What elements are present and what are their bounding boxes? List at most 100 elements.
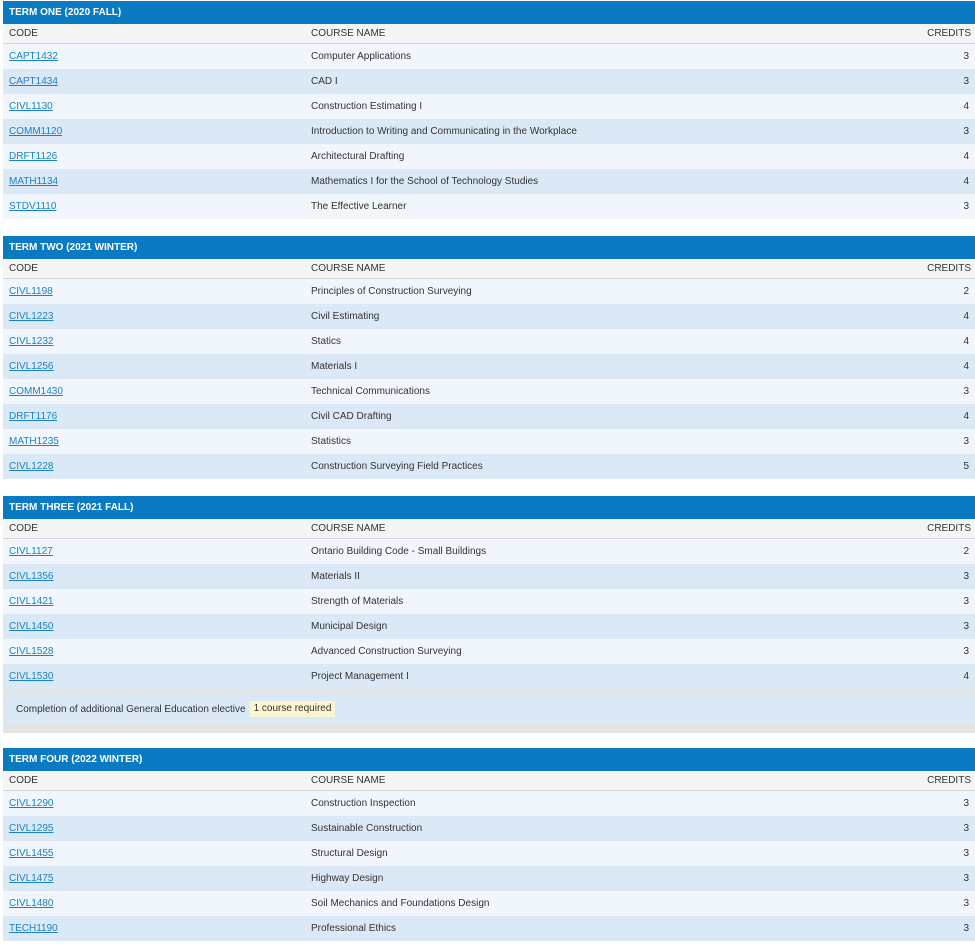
- course-code-cell: CIVL1295: [3, 816, 311, 841]
- course-code-link[interactable]: CIVL1130: [9, 101, 53, 112]
- course-name: Construction Estimating I: [311, 101, 423, 112]
- course-row: CIVL1295 Sustainable Construction 3: [3, 816, 975, 841]
- course-code-link[interactable]: CIVL1198: [9, 286, 53, 297]
- column-header-credits: CREDITS: [927, 775, 971, 786]
- column-header-course-name: COURSE NAME: [311, 28, 386, 39]
- course-code-link[interactable]: COMM1430: [9, 386, 63, 397]
- course-code-link[interactable]: CAPT1432: [9, 51, 58, 62]
- course-row: MATH1235 Statistics 3: [3, 429, 975, 454]
- elective-text: Completion of additional General Educati…: [16, 703, 246, 715]
- course-name: Materials I: [311, 361, 358, 372]
- column-header-row: CODE COURSE NAME CREDITS: [3, 771, 975, 791]
- course-row: CIVL1356 Materials II 3: [3, 564, 975, 589]
- course-row: CIVL1450 Municipal Design 3: [3, 614, 975, 639]
- course-row: CIVL1530 Project Management I 4: [3, 664, 975, 689]
- course-credits: 5: [963, 461, 969, 472]
- course-name: Civil CAD Drafting: [311, 411, 392, 422]
- course-code-link[interactable]: CAPT1434: [9, 76, 58, 87]
- course-code-link[interactable]: TECH1190: [9, 923, 58, 934]
- course-row: STDV1110 The Effective Learner 3: [3, 194, 975, 219]
- course-credits: 3: [963, 798, 969, 809]
- column-header-row: CODE COURSE NAME CREDITS: [3, 24, 975, 44]
- course-row: CIVL1256 Materials I 4: [3, 354, 975, 379]
- column-header-row: CODE COURSE NAME CREDITS: [3, 519, 975, 539]
- course-name: Materials II: [311, 571, 360, 582]
- course-code-cell: CIVL1198: [3, 279, 311, 304]
- course-row: CIVL1223 Civil Estimating 4: [3, 304, 975, 329]
- course-credits: 3: [963, 646, 969, 657]
- course-name: CAD I: [311, 76, 338, 87]
- term-section: TERM FOUR (2022 WINTER) CODE COURSE NAME CR…: [3, 748, 975, 941]
- course-row: DRFT1126 Architectural Drafting 4: [3, 144, 975, 169]
- course-name: Municipal Design: [311, 621, 388, 632]
- course-name: Professional Ethics: [311, 923, 397, 934]
- course-code-link[interactable]: MATH1134: [9, 176, 58, 187]
- term-title: TERM ONE (2020 FALL): [3, 1, 975, 24]
- course-credits: 3: [963, 848, 969, 859]
- course-code-link[interactable]: CIVL1290: [9, 798, 53, 809]
- course-credits: 4: [963, 151, 969, 162]
- course-code-cell: CIVL1530: [3, 664, 311, 689]
- course-name: Introduction to Writing and Communicatin…: [311, 126, 577, 137]
- course-code-cell: CIVL1455: [3, 841, 311, 866]
- course-code-link[interactable]: CIVL1455: [9, 848, 53, 859]
- course-code-link[interactable]: CIVL1295: [9, 823, 53, 834]
- course-row: CAPT1432 Computer Applications 3: [3, 44, 975, 69]
- course-code-link[interactable]: CIVL1256: [9, 361, 53, 372]
- course-code-cell: CIVL1475: [3, 866, 311, 891]
- course-code-cell: COMM1120: [3, 119, 311, 144]
- course-credits: 3: [963, 823, 969, 834]
- course-code-link[interactable]: MATH1235: [9, 436, 59, 447]
- course-credits: 4: [963, 361, 969, 372]
- course-code-cell: DRFT1126: [3, 144, 311, 169]
- course-name: Construction Inspection: [311, 798, 416, 809]
- course-name: Strength of Materials: [311, 596, 404, 607]
- course-row: CIVL1421 Strength of Materials 3: [3, 589, 975, 614]
- course-code-cell: DRFT1176: [3, 404, 311, 429]
- course-row: CIVL1198 Principles of Construction Surve…: [3, 279, 975, 304]
- course-code-cell: CIVL1421: [3, 589, 311, 614]
- course-code-link[interactable]: COMM1120: [9, 126, 62, 137]
- course-name: Ontario Building Code - Small Buildings: [311, 546, 487, 557]
- elective-box: Completion of additional General Educati…: [6, 694, 975, 724]
- course-credits: 3: [963, 51, 969, 62]
- course-credits: 4: [963, 311, 969, 322]
- course-code-link[interactable]: CIVL1528: [9, 646, 53, 657]
- course-code-link[interactable]: CIVL1480: [9, 898, 53, 909]
- column-header-row: CODE COURSE NAME CREDITS: [3, 259, 975, 279]
- course-code-cell: MATH1134: [3, 169, 311, 194]
- course-code-cell: CIVL1256: [3, 354, 311, 379]
- course-code-link[interactable]: CIVL1475: [9, 873, 53, 884]
- course-name: Sustainable Construction: [311, 823, 423, 834]
- course-credits: 4: [963, 176, 969, 187]
- course-row: CIVL1455 Structural Design 3: [3, 841, 975, 866]
- course-code-link[interactable]: CIVL1232: [9, 336, 53, 347]
- column-header-course-name: COURSE NAME: [311, 523, 386, 534]
- column-header-course-name: COURSE NAME: [311, 263, 386, 274]
- course-code-cell: CIVL1528: [3, 639, 311, 664]
- course-code-link[interactable]: DRFT1176: [9, 411, 57, 422]
- course-code-cell: CAPT1434: [3, 69, 311, 94]
- course-code-link[interactable]: CIVL1228: [9, 461, 53, 472]
- course-code-link[interactable]: CIVL1530: [9, 671, 53, 682]
- column-header-code: CODE: [9, 775, 38, 786]
- course-code-link[interactable]: STDV1110: [9, 201, 56, 212]
- course-credits: 2: [963, 286, 969, 297]
- course-code-link[interactable]: CIVL1450: [9, 621, 53, 632]
- course-credits: 3: [963, 386, 969, 397]
- course-row: COMM1120 Introduction to Writing and Comm…: [3, 119, 975, 144]
- column-header-code: CODE: [9, 523, 38, 534]
- course-code-link[interactable]: CIVL1421: [9, 596, 53, 607]
- course-code-link[interactable]: CIVL1223: [9, 311, 53, 322]
- course-code-link[interactable]: DRFT1126: [9, 151, 57, 162]
- term-title: TERM THREE (2021 FALL): [3, 496, 975, 519]
- course-code-link[interactable]: CIVL1356: [9, 571, 53, 582]
- column-header-code: CODE: [9, 263, 38, 274]
- course-credits: 3: [963, 126, 969, 137]
- course-row: CIVL1228 Construction Surveying Field Pra…: [3, 454, 975, 479]
- course-row: CIVL1475 Highway Design 3: [3, 866, 975, 891]
- column-header-code: CODE: [9, 28, 38, 39]
- course-code-link[interactable]: CIVL1127: [9, 546, 53, 557]
- course-row: CIVL1290 Construction Inspection 3: [3, 791, 975, 816]
- course-code-cell: STDV1110: [3, 194, 311, 219]
